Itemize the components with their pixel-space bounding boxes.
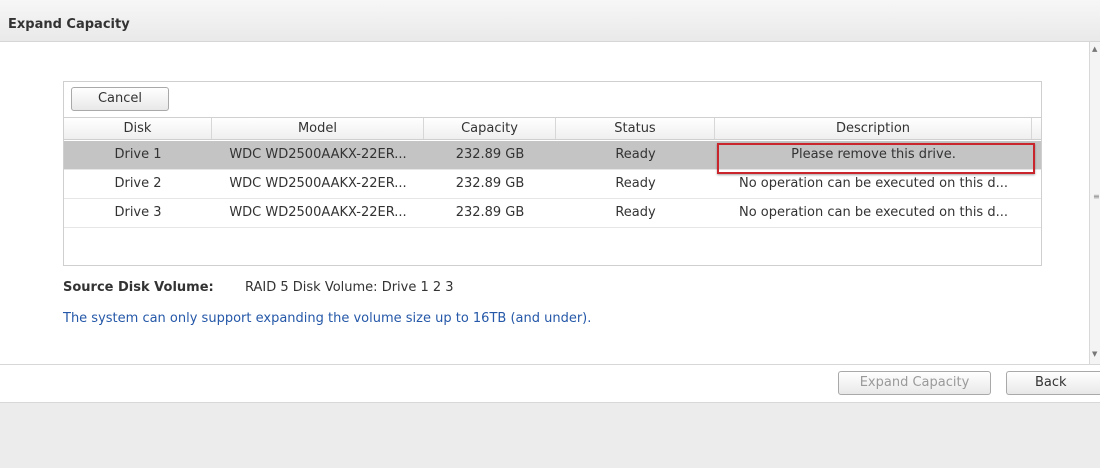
cell-status: Ready: [615, 176, 656, 191]
column-header-status[interactable]: Status: [556, 118, 715, 139]
source-disk-volume-label: Source Disk Volume:: [63, 280, 214, 295]
vertical-scrollbar[interactable]: ▲ ≡ ▼: [1089, 42, 1100, 364]
cell-disk: Drive 3: [114, 205, 162, 220]
cell-description: No operation can be executed on this d..…: [739, 176, 1008, 191]
cell-capacity: 232.89 GB: [455, 147, 525, 162]
table-toolbar: Cancel: [64, 82, 1041, 117]
scroll-down-icon[interactable]: ▼: [1092, 350, 1097, 358]
footer-bar: [0, 402, 1100, 468]
scroll-grip-icon[interactable]: ≡: [1093, 192, 1100, 201]
table-row[interactable]: Drive 3 WDC WD2500AAKX-22ER... 232.89 GB…: [64, 199, 1041, 228]
description-highlight-box: [717, 143, 1035, 174]
cell-disk: Drive 1: [114, 147, 162, 162]
expand-capacity-button[interactable]: Expand Capacity: [838, 371, 991, 395]
cell-capacity: 232.89 GB: [455, 176, 525, 191]
button-bar-divider: [0, 364, 1100, 365]
source-disk-volume: Source Disk Volume: RAID 5 Disk Volume: …: [63, 280, 454, 295]
cell-model: WDC WD2500AAKX-22ER...: [229, 205, 407, 220]
source-disk-volume-value: RAID 5 Disk Volume: Drive 1 2 3: [245, 280, 454, 295]
scroll-up-icon[interactable]: ▲: [1092, 45, 1097, 53]
dialog-title-bar: Expand Capacity: [0, 0, 1100, 42]
cell-model: WDC WD2500AAKX-22ER...: [229, 176, 407, 191]
column-header-description[interactable]: Description: [715, 118, 1032, 139]
table-header: Disk Model Capacity Status Description: [64, 117, 1041, 140]
cell-description: No operation can be executed on this d..…: [739, 205, 1008, 220]
cell-model: WDC WD2500AAKX-22ER...: [229, 147, 407, 162]
back-button[interactable]: Back: [1006, 371, 1100, 395]
column-header-model[interactable]: Model: [212, 118, 424, 139]
disk-table-panel: Cancel Disk Model Capacity Status Descri…: [63, 81, 1042, 266]
cell-capacity: 232.89 GB: [455, 205, 525, 220]
capacity-limit-note: The system can only support expanding th…: [63, 311, 592, 326]
cell-status: Ready: [615, 205, 656, 220]
cell-disk: Drive 2: [114, 176, 162, 191]
dialog-title: Expand Capacity: [8, 17, 130, 32]
column-header-disk[interactable]: Disk: [64, 118, 212, 139]
column-header-capacity[interactable]: Capacity: [424, 118, 556, 139]
cancel-button[interactable]: Cancel: [71, 87, 169, 111]
table-row[interactable]: Drive 2 WDC WD2500AAKX-22ER... 232.89 GB…: [64, 170, 1041, 199]
cell-status: Ready: [615, 147, 656, 162]
